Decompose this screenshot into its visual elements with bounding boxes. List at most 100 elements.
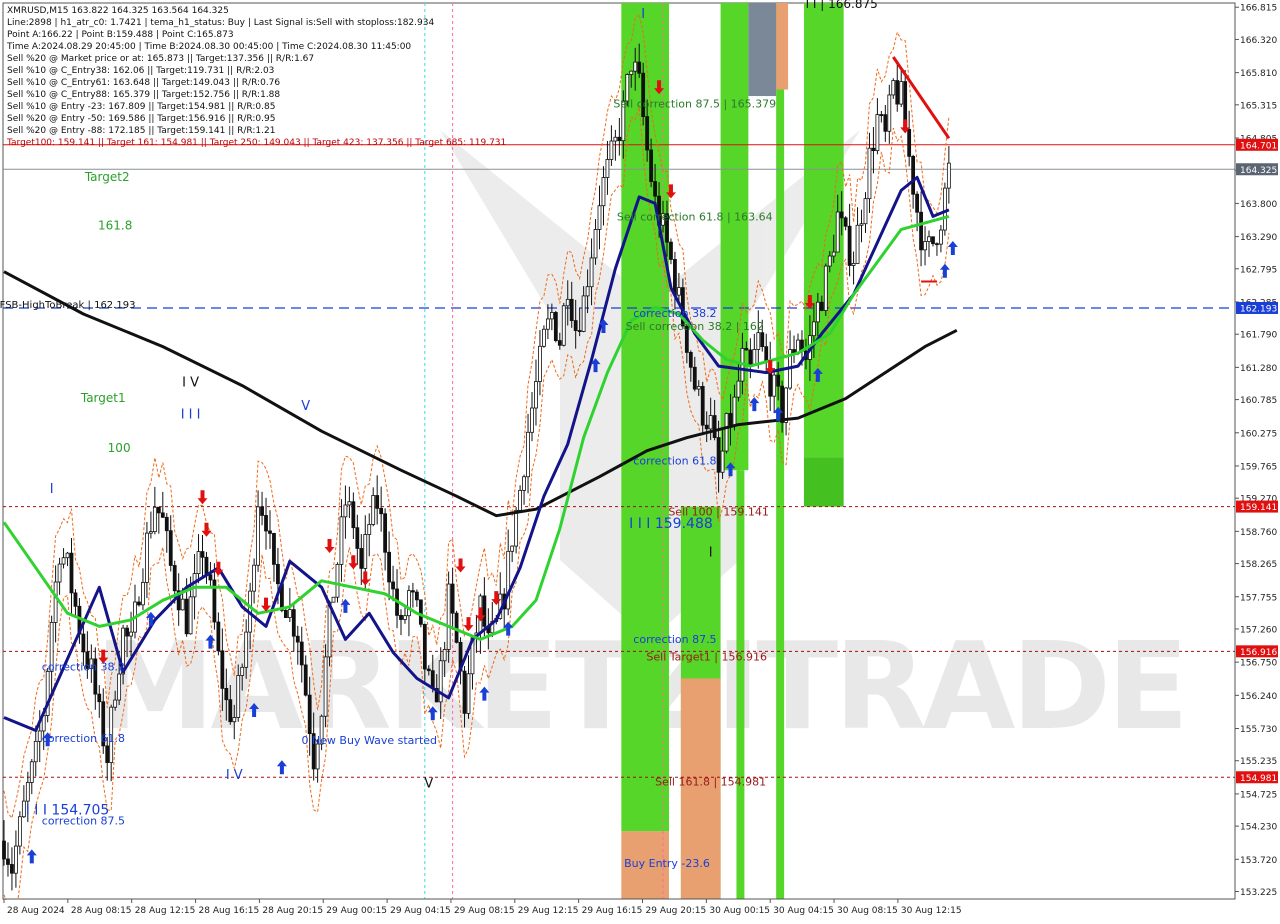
- candle-body: [303, 664, 308, 696]
- candle-body: [65, 552, 70, 559]
- y-tick-label: 163.290: [1240, 233, 1277, 243]
- candle-body: [295, 635, 300, 643]
- candle-body: [379, 507, 384, 515]
- candle-body: [708, 415, 713, 430]
- annotation-label: I: [50, 482, 54, 497]
- annotation-label: Sell 161.8 | 154.981: [655, 776, 766, 789]
- candle-body: [530, 407, 534, 433]
- candle-body: [371, 495, 376, 525]
- y-tick-label: 166.815: [1240, 4, 1277, 14]
- candle-body: [81, 633, 86, 653]
- candle-body: [935, 243, 939, 246]
- x-tick-label: 28 Aug 16:15: [199, 906, 260, 916]
- candle-body: [859, 223, 864, 226]
- annotation-label: Target1: [80, 391, 126, 405]
- candle-body: [716, 437, 721, 473]
- candle-body: [847, 225, 852, 266]
- candle-body: [942, 187, 947, 231]
- candle-body: [256, 506, 260, 566]
- candle-body: [29, 761, 34, 783]
- info-line: Sell %10 @ C_Entry61: 163.648 || Target:…: [7, 78, 280, 88]
- candle-body: [772, 374, 777, 397]
- candle-body: [728, 413, 733, 426]
- candle-body: [510, 545, 515, 552]
- candle-body: [720, 450, 725, 473]
- y-tick-label: 153.225: [1240, 888, 1277, 898]
- time-axis: 28 Aug 2024 28 Aug 08:15 28 Aug 12:15 28 Au…: [0, 898, 1235, 920]
- candle-body: [843, 217, 848, 227]
- candle-body: [125, 627, 129, 637]
- y-tick-label: 157.260: [1240, 625, 1277, 635]
- candle-body: [538, 345, 542, 382]
- candle-body: [569, 298, 574, 321]
- candle-body: [522, 476, 526, 491]
- candle-body: [335, 563, 340, 598]
- annotation-label: V: [424, 776, 433, 791]
- candle-body: [141, 581, 145, 606]
- candle-body: [863, 198, 868, 225]
- candle-body: [506, 550, 511, 610]
- candle-body: [422, 623, 427, 670]
- y-tick-label: 163.800: [1240, 200, 1277, 210]
- price-tag-label: 156.916: [1240, 648, 1277, 658]
- candle-body: [2, 840, 6, 860]
- annotation-label: I I | 166.875: [806, 0, 878, 11]
- x-tick-label: 30 Aug 12:15: [901, 906, 962, 916]
- x-tick-label: 28 Aug 20:15: [262, 906, 323, 916]
- y-tick-label: 154.230: [1240, 823, 1277, 833]
- candle-body: [573, 320, 578, 331]
- y-tick-label: 153.720: [1240, 856, 1277, 866]
- candle-body: [244, 631, 249, 668]
- candle-body: [426, 668, 431, 672]
- candle-body: [677, 287, 681, 296]
- annotation-label: I I I: [181, 407, 201, 422]
- candle-body: [629, 70, 634, 75]
- candle-body: [383, 513, 388, 553]
- candle-body: [272, 533, 276, 565]
- candle-body: [117, 673, 122, 701]
- candle-body: [97, 693, 102, 703]
- y-tick-label: 161.790: [1240, 331, 1277, 341]
- candle-body: [6, 858, 10, 865]
- y-tick-label: 165.315: [1240, 101, 1277, 111]
- slate-zone: [748, 3, 777, 97]
- candle-body: [252, 564, 257, 592]
- candle-body: [724, 413, 729, 452]
- candle-body: [907, 128, 912, 157]
- candle-body: [891, 80, 896, 96]
- annotation-label: I: [709, 545, 713, 560]
- candle-body: [232, 717, 237, 723]
- candle-body: [25, 782, 30, 802]
- candle-body: [545, 318, 550, 330]
- info-line: XMRUSD,M15 163.822 164.325 163.564 164.3…: [7, 6, 229, 16]
- candle-body: [712, 415, 717, 438]
- candle-body: [633, 61, 638, 72]
- candle-body: [391, 581, 395, 590]
- candle-body: [581, 295, 586, 332]
- candle-body: [403, 615, 407, 620]
- x-tick-label: 29 Aug 00:15: [326, 906, 387, 916]
- candle-body: [204, 556, 209, 576]
- x-tick-label: 28 Aug 2024: [7, 906, 65, 916]
- candle-body: [887, 94, 892, 132]
- candle-body: [883, 114, 888, 132]
- candle-body: [137, 601, 141, 606]
- candle-body: [915, 193, 919, 213]
- candle-body: [462, 670, 467, 714]
- annotation-label: FSB-HighToBreak | 162.193: [0, 300, 135, 311]
- candle-body: [617, 136, 622, 142]
- annotation-label: correction 38.2: [633, 307, 716, 320]
- annotation-label: I V: [226, 768, 243, 783]
- x-tick-label: 28 Aug 08:15: [71, 906, 132, 916]
- candle-body: [811, 321, 816, 337]
- annotation-label: 161.8: [98, 219, 132, 233]
- candle-body: [61, 557, 66, 565]
- candle-body: [577, 330, 582, 332]
- candle-body: [283, 609, 288, 619]
- candle-body: [323, 656, 328, 717]
- y-tick-label: 158.760: [1240, 528, 1277, 538]
- x-tick-label: 28 Aug 12:15: [135, 906, 196, 916]
- candle-body: [315, 743, 320, 770]
- candle-body: [911, 155, 916, 195]
- annotation-label: Sell correction 87.5 | 165.379: [613, 98, 776, 111]
